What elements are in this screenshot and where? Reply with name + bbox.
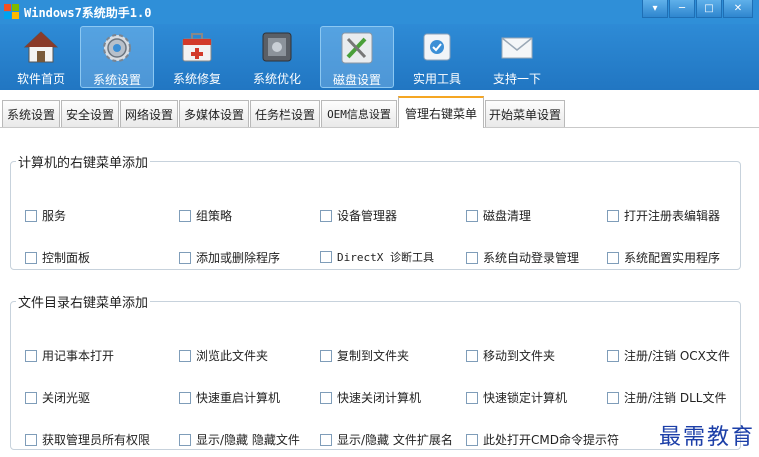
- checkbox-move-to-folder[interactable]: 移动到文件夹: [466, 347, 555, 364]
- tab-taskbar-settings[interactable]: 任务栏设置: [250, 100, 320, 127]
- watermark: 最需教育: [658, 425, 755, 450]
- toolbar-label: 软件首页: [16, 72, 65, 86]
- medkit-icon: [182, 33, 212, 62]
- toolbar-system-optimize[interactable]: 系统优化: [240, 26, 314, 88]
- checkbox-box[interactable]: [320, 433, 332, 446]
- house-icon: [23, 31, 59, 63]
- gear-icon: [103, 34, 131, 62]
- checkbox-box[interactable]: [25, 251, 37, 264]
- checkbox-eject-drive[interactable]: 关闭光驱: [25, 389, 90, 406]
- checkbox-box[interactable]: [25, 349, 37, 362]
- menu-dropdown-button[interactable]: ▾: [642, 0, 668, 18]
- checkbox-quick-shutdown[interactable]: 快速关闭计算机: [320, 389, 421, 406]
- checkbox-control-panel[interactable]: 控制面板: [25, 249, 90, 266]
- tab-system-settings[interactable]: 系统设置: [2, 100, 60, 127]
- computer-context-menu-group: 计算机的右键菜单添加 服务 组策略 设备管理器 磁盘清理 打开注册表编辑器 控制…: [10, 152, 741, 270]
- checkbox-box[interactable]: [607, 391, 619, 404]
- tab-context-menu[interactable]: 管理右键菜单: [398, 96, 484, 128]
- checkbox-box[interactable]: [607, 251, 619, 264]
- main-toolbar: 软件首页 系统设置 系统修复 系统优化 磁盘设置 实用工具 支持一下: [0, 24, 759, 90]
- checkbox-box[interactable]: [466, 433, 478, 446]
- tab-oem-settings[interactable]: OEM信息设置: [321, 100, 397, 127]
- tab-start-menu-settings[interactable]: 开始菜单设置: [485, 100, 565, 127]
- checkbox-box[interactable]: [179, 349, 191, 362]
- app-logo-icon: [4, 4, 19, 19]
- toolbar-system-settings[interactable]: 系统设置: [80, 26, 154, 88]
- close-button[interactable]: ✕: [723, 0, 753, 18]
- title-bar[interactable]: Windows7系统助手1.0 ▾ ─ □ ✕: [0, 0, 759, 24]
- checkbox-add-remove-programs[interactable]: 添加或删除程序: [179, 249, 280, 266]
- checkbox-open-with-notepad[interactable]: 用记事本打开: [25, 347, 114, 364]
- checkbox-box[interactable]: [466, 209, 478, 222]
- tools-icon: [341, 32, 373, 64]
- group-title: 计算机的右键菜单添加: [18, 156, 149, 171]
- toolbar-label: 实用工具: [412, 72, 461, 86]
- checkbox-box[interactable]: [466, 251, 478, 264]
- toolbar-support[interactable]: 支持一下: [480, 26, 554, 88]
- toolbar-system-repair[interactable]: 系统修复: [160, 26, 234, 88]
- checkbox-register-ocx[interactable]: 注册/注销 OCX文件: [607, 347, 730, 364]
- checkbox-open-cmd-here[interactable]: 此处打开CMD命令提示符: [466, 431, 619, 448]
- toolbar-label: 系统优化: [252, 72, 301, 86]
- checkbox-toggle-extensions[interactable]: 显示/隐藏 文件扩展名: [320, 431, 453, 448]
- checkbox-box[interactable]: [607, 209, 619, 222]
- checkbox-box[interactable]: [320, 251, 332, 263]
- checkbox-browse-folder[interactable]: 浏览此文件夹: [179, 347, 268, 364]
- checkbox-auto-logon[interactable]: 系统自动登录管理: [466, 249, 579, 266]
- checkbox-box[interactable]: [466, 391, 478, 404]
- toolbar-label: 支持一下: [492, 72, 541, 86]
- tab-multimedia-settings[interactable]: 多媒体设置: [179, 100, 249, 127]
- checkbox-register-dll[interactable]: 注册/注销 DLL文件: [607, 389, 726, 406]
- folder-context-menu-group: 文件目录右键菜单添加 用记事本打开 浏览此文件夹 复制到文件夹 移动到文件夹 注…: [10, 292, 741, 450]
- window-title: Windows7系统助手1.0: [24, 6, 152, 20]
- checkbox-box[interactable]: [179, 209, 191, 222]
- window-controls: ▾ ─ □ ✕: [641, 0, 753, 20]
- toolbar-home[interactable]: 软件首页: [4, 26, 78, 88]
- mail-icon: [501, 37, 533, 59]
- checkbox-box[interactable]: [25, 433, 37, 446]
- checkbox-quick-lock[interactable]: 快速锁定计算机: [466, 389, 567, 406]
- checkbox-box[interactable]: [466, 349, 478, 362]
- checkbox-take-ownership[interactable]: 获取管理员所有权限: [25, 431, 150, 448]
- checkbox-directx-diagnostic[interactable]: DirectX 诊断工具: [320, 249, 434, 265]
- tab-network-settings[interactable]: 网络设置: [120, 100, 178, 127]
- chip-icon: [262, 32, 292, 62]
- checkbox-box[interactable]: [179, 251, 191, 264]
- group-title: 文件目录右键菜单添加: [18, 296, 149, 311]
- checkbox-device-manager[interactable]: 设备管理器: [320, 207, 397, 224]
- checkbox-box[interactable]: [179, 391, 191, 404]
- checkbox-services[interactable]: 服务: [25, 207, 66, 224]
- checkbox-box[interactable]: [25, 391, 37, 404]
- utility-icon: [423, 33, 451, 61]
- checkbox-registry-editor[interactable]: 打开注册表编辑器: [607, 207, 720, 224]
- checkbox-box[interactable]: [179, 433, 191, 446]
- minimize-button[interactable]: ─: [669, 0, 695, 18]
- checkbox-box[interactable]: [607, 349, 619, 362]
- checkbox-msconfig[interactable]: 系统配置实用程序: [607, 249, 720, 266]
- maximize-button[interactable]: □: [696, 0, 722, 18]
- toolbar-label: 系统设置: [92, 73, 141, 87]
- checkbox-toggle-hidden-files[interactable]: 显示/隐藏 隐藏文件: [179, 431, 300, 448]
- toolbar-label: 磁盘设置: [332, 73, 381, 87]
- tab-security-settings[interactable]: 安全设置: [61, 100, 119, 127]
- checkbox-group-policy[interactable]: 组策略: [179, 207, 232, 224]
- toolbar-disk-settings[interactable]: 磁盘设置: [320, 26, 394, 88]
- checkbox-box[interactable]: [320, 209, 332, 222]
- checkbox-disk-cleanup[interactable]: 磁盘清理: [466, 207, 531, 224]
- checkbox-box[interactable]: [320, 391, 332, 404]
- checkbox-copy-to-folder[interactable]: 复制到文件夹: [320, 347, 409, 364]
- checkbox-quick-restart[interactable]: 快速重启计算机: [179, 389, 280, 406]
- checkbox-box[interactable]: [25, 209, 37, 222]
- checkbox-box[interactable]: [320, 349, 332, 362]
- settings-tabs: 系统设置 安全设置 网络设置 多媒体设置 任务栏设置 OEM信息设置 管理右键菜…: [0, 96, 759, 128]
- toolbar-utilities[interactable]: 实用工具: [400, 26, 474, 88]
- context-menu-panel: 计算机的右键菜单添加 服务 组策略 设备管理器 磁盘清理 打开注册表编辑器 控制…: [0, 128, 759, 457]
- toolbar-label: 系统修复: [172, 72, 221, 86]
